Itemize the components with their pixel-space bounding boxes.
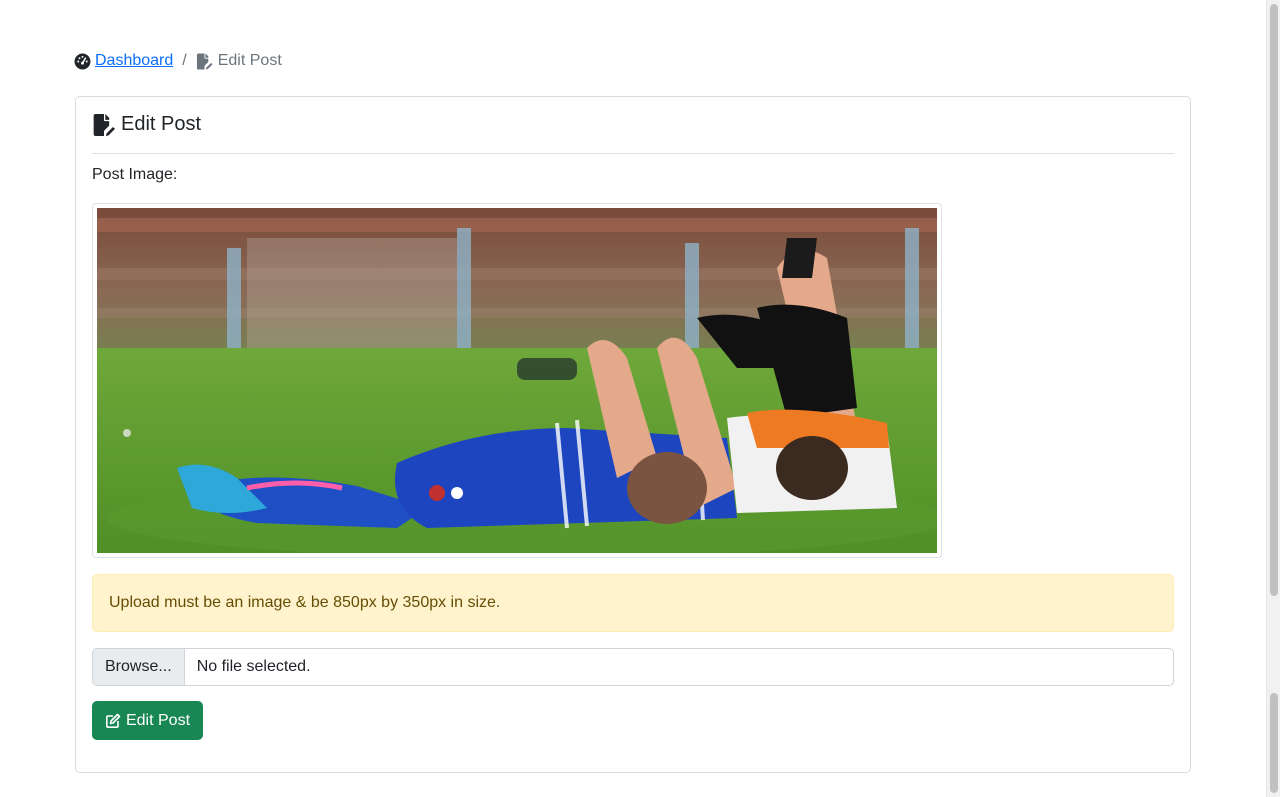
edit-post-card: Edit Post Post Image: Upload must be an … bbox=[75, 96, 1191, 773]
breadcrumb-separator: / bbox=[182, 52, 187, 69]
edit-post-submit-label: Edit Post bbox=[125, 711, 191, 729]
file-edit-icon bbox=[92, 113, 116, 136]
tachometer-icon bbox=[74, 53, 91, 70]
post-image-label: Post Image: bbox=[92, 166, 178, 183]
post-image-thumbnail bbox=[92, 203, 942, 558]
edit-post-submit-button[interactable]: Edit Post bbox=[92, 701, 203, 740]
post-image bbox=[97, 208, 937, 553]
selected-filename: No file selected. bbox=[196, 658, 311, 675]
card-divider bbox=[92, 153, 1174, 154]
page-scrollbar[interactable] bbox=[1266, 0, 1280, 797]
card-title: Edit Post bbox=[92, 113, 201, 136]
post-image-file-input[interactable]: Browse... No file selected. bbox=[92, 648, 1174, 686]
breadcrumb: Dashboard / Edit Post bbox=[74, 50, 282, 72]
card-title-text: Edit Post bbox=[121, 113, 202, 135]
file-edit-icon bbox=[196, 52, 213, 70]
breadcrumb-current: Edit Post bbox=[196, 52, 282, 70]
breadcrumb-dashboard-link[interactable]: Dashboard bbox=[95, 52, 173, 70]
edit-icon bbox=[105, 713, 121, 729]
upload-requirements-alert: Upload must be an image & be 850px by 35… bbox=[92, 574, 1174, 632]
scrollbar-thumb-lower[interactable] bbox=[1270, 693, 1278, 793]
breadcrumb-current-label: Edit Post bbox=[217, 52, 282, 69]
scrollbar-thumb[interactable] bbox=[1270, 4, 1278, 596]
browse-button[interactable]: Browse... bbox=[93, 649, 185, 685]
